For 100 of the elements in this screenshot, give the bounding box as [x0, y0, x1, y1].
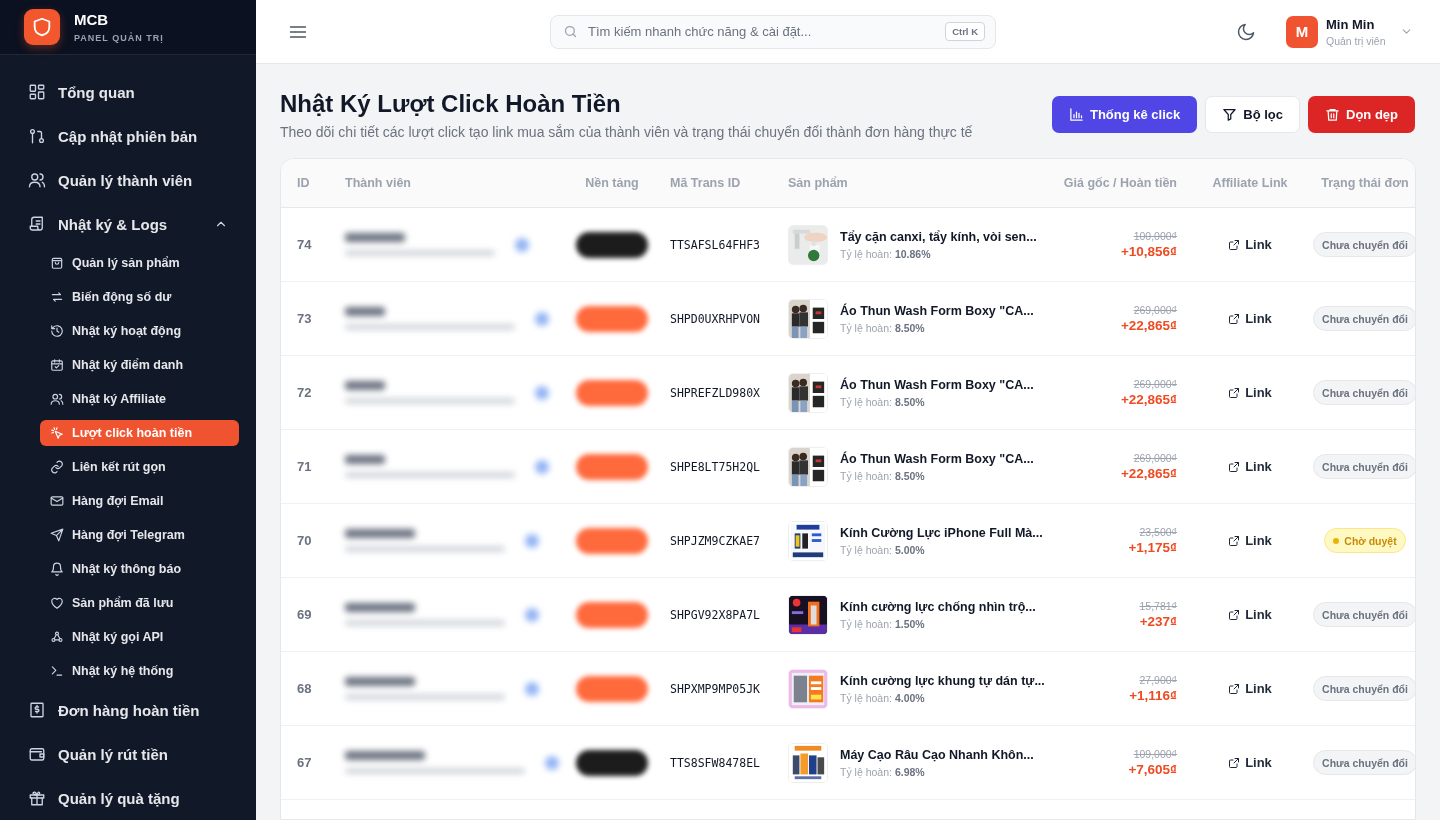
sidebar-subitem[interactable]: Nhật ký thông báo — [40, 556, 239, 582]
row-id: 70 — [296, 533, 313, 548]
user-name: Min Min — [1326, 16, 1376, 32]
branch-icon — [28, 127, 46, 145]
terminal-icon — [50, 664, 64, 678]
affiliate-link[interactable]: Link — [1228, 237, 1272, 252]
user-avatar: M — [1286, 15, 1318, 48]
shortcut-key: Ctrl K — [945, 22, 985, 41]
status-badge: Chưa chuyển đổi — [1313, 306, 1415, 331]
original-price: 269,000₫ — [1132, 378, 1177, 390]
sidebar-item[interactable]: Quản lý rút tiền — [16, 732, 240, 776]
wallet-icon — [28, 745, 46, 763]
shield-logo-icon — [24, 9, 60, 45]
sidebar-subitem[interactable]: Nhật ký hệ thống — [40, 658, 239, 684]
original-price: 269,000₫ — [1132, 304, 1177, 316]
product-name: Áo Thun Wash Form Boxy "CA... — [840, 451, 1034, 466]
mail-icon — [50, 494, 64, 508]
sidebar-subitem[interactable]: Liên kết rút gọn — [40, 454, 239, 480]
affiliate-link[interactable]: Link — [1228, 607, 1272, 622]
status-badge: Chưa chuyển đổi — [1313, 380, 1415, 405]
product-name: Áo Thun Wash Form Boxy "CA... — [840, 303, 1034, 318]
sidebar-subitem[interactable]: Nhật ký gọi API — [40, 624, 239, 650]
original-price: 100,000₫ — [1132, 230, 1177, 242]
cashback-amount: +10,856₫ — [1119, 244, 1177, 259]
row-id: 72 — [296, 385, 313, 400]
theme-toggle-button[interactable] — [1236, 21, 1256, 42]
cashback-amount: +22,865₫ — [1119, 318, 1177, 333]
brand-name: MCB — [74, 11, 110, 28]
cashback-amount: +22,865₫ — [1119, 466, 1177, 481]
cashback-amount: +1,175₫ — [1127, 540, 1177, 555]
cashback-rate: Tỷ lệ hoàn: 8.50% — [840, 321, 926, 334]
filter-button[interactable]: Bộ lọc — [1205, 96, 1300, 133]
trans-id: SHPE8LT75H2QL — [669, 459, 761, 474]
original-price: 15,781₫ — [1138, 600, 1177, 612]
trans-id: SHPGV92X8PA7L — [669, 607, 761, 622]
cashback-rate: Tỷ lệ hoàn: 5.00% — [840, 543, 926, 556]
affiliate-link[interactable]: Link — [1228, 681, 1272, 696]
row-id: 69 — [296, 607, 313, 622]
sidebar-subitem[interactable]: Biến động số dư — [40, 284, 239, 310]
sidebar-subitem[interactable]: Lượt click hoàn tiền — [40, 420, 239, 446]
sidebar-subitem[interactable]: Hàng đợi Telegram — [40, 522, 239, 548]
sidebar-subitem[interactable]: Hàng đợi Email — [40, 488, 239, 514]
gift-icon — [28, 789, 46, 807]
trans-id: SHPREFZLD980X — [669, 385, 761, 400]
dashboard-icon — [28, 83, 46, 101]
cashback-rate: Tỷ lệ hoàn: 6.98% — [840, 765, 926, 778]
affiliate-link[interactable]: Link — [1228, 385, 1272, 400]
product-name: Áo Thun Wash Form Boxy "CA... — [840, 377, 1034, 392]
stats-button[interactable]: Thống kê click — [1051, 96, 1198, 133]
history-icon — [50, 324, 64, 338]
swap-arrows-icon — [50, 290, 64, 304]
column-header: Sản phẩm — [787, 176, 849, 190]
moon-icon — [1236, 21, 1256, 42]
cashback-amount: +237₫ — [1138, 614, 1177, 629]
user-menu[interactable]: M Min Min Quản trị viên — [1286, 15, 1413, 48]
original-price: 23,500₫ — [1138, 526, 1177, 538]
sidebar-subitem[interactable]: Nhật ký Affiliate — [40, 386, 239, 412]
page-title: Nhật Ký Lượt Click Hoàn Tiền — [280, 90, 622, 118]
scroll-icon — [28, 215, 46, 233]
sidebar-item[interactable]: Nhật ký & Logs — [16, 202, 240, 246]
status-badge: Chưa chuyển đổi — [1313, 676, 1415, 701]
search-field[interactable]: Tìm kiếm nhanh chức năng & cài đặt... — [586, 23, 938, 40]
affiliate-link[interactable]: Link — [1228, 459, 1272, 474]
status-badge: Chưa chuyển đổi — [1313, 232, 1415, 257]
row-id: 68 — [296, 681, 313, 696]
user-role: Quản trị viên — [1326, 34, 1386, 47]
heart-icon — [50, 596, 64, 610]
filter-icon — [1222, 107, 1238, 122]
affiliate-link[interactable]: Link — [1228, 311, 1272, 326]
status-badge: Chưa chuyển đổi — [1313, 602, 1415, 627]
cashback-amount: +1,116₫ — [1128, 688, 1177, 703]
product-name: Máy Cạo Râu Cạo Nhanh Khôn... — [840, 747, 1034, 762]
product-name: Kính cường lực khung tự dán tự... — [840, 673, 1045, 688]
status-badge: Chưa chuyển đổi — [1313, 454, 1415, 479]
column-header: Nền tảng — [584, 176, 640, 190]
sidebar-item[interactable]: Quản lý thành viên — [16, 158, 240, 202]
cleanup-button[interactable]: Dọn dẹp — [1308, 96, 1415, 133]
users-icon — [28, 171, 46, 189]
row-id: 71 — [296, 459, 313, 474]
product-name: Kính cường lực chống nhìn trộ... — [840, 599, 1036, 614]
calendar-check-icon — [50, 358, 64, 372]
link-icon — [50, 460, 64, 474]
sidebar-subitem[interactable]: Quản lý sản phẩm — [40, 250, 239, 276]
affiliate-link[interactable]: Link — [1228, 755, 1272, 770]
column-header: ID — [296, 176, 311, 190]
trash-icon — [1325, 107, 1340, 122]
affiliate-link[interactable]: Link — [1228, 533, 1272, 548]
page-subtitle: Theo dõi chi tiết các lượt click tạo link mua sắm của thành viên và trạng thái chuyển đổi thành đơn hàng thực tế — [280, 124, 973, 140]
sidebar-item[interactable]: Quản lý quà tặng — [16, 776, 240, 820]
sidebar-subitem[interactable]: Sản phẩm đã lưu — [40, 590, 239, 616]
column-header: Thành viên — [345, 176, 412, 190]
sidebar-item[interactable]: Cập nhật phiên bản — [16, 114, 240, 158]
product-name: Tẩy cặn canxi, tẩy kính, vòi sen... — [840, 229, 1037, 244]
sidebar-subitem[interactable]: Nhật ký điểm danh — [40, 352, 239, 378]
search-bar[interactable]: Tìm kiếm nhanh chức năng & cài đặt... Ctrl K — [550, 14, 996, 49]
sidebar-item[interactable]: Đơn hàng hoàn tiền — [16, 688, 240, 732]
trans-id: TTSAFSL64FHF3 — [669, 237, 761, 252]
users-icon — [50, 392, 64, 406]
sidebar-subitem[interactable]: Nhật ký hoạt động — [40, 318, 239, 344]
sidebar-item[interactable]: Tổng quan — [16, 70, 240, 114]
